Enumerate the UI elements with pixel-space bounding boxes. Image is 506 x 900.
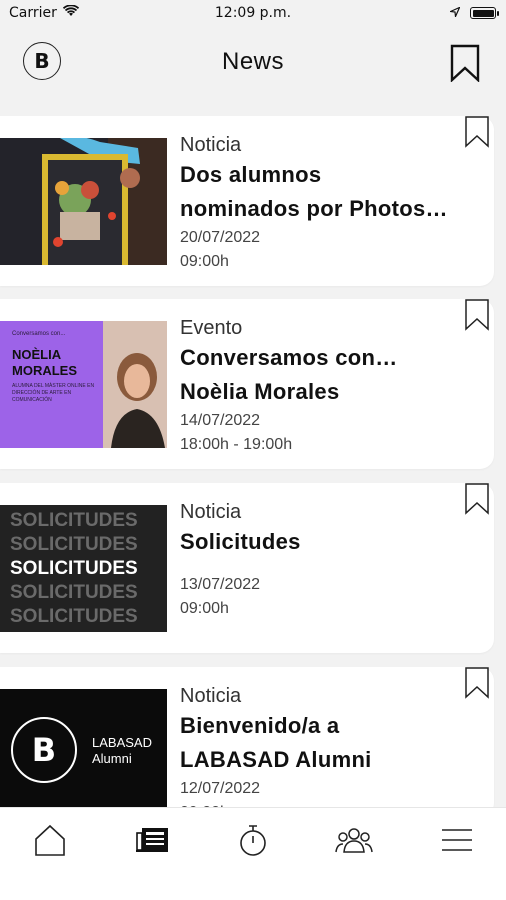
card-time: 09:00h [180, 600, 229, 617]
tab-community[interactable] [334, 822, 374, 862]
header: B News [0, 26, 506, 106]
thumb-caption: Conversamos con... [12, 331, 66, 337]
news-card[interactable]: Conversamos con... NOÈLIA MORALES ALUMNA… [0, 299, 494, 469]
card-thumbnail: SOLICITUDES SOLICITUDES SOLICITUDES SOLI… [0, 505, 167, 632]
status-right [448, 5, 499, 21]
status-bar: Carrier 12:09 p.m. [0, 0, 506, 26]
saved-bookmark-button[interactable] [450, 44, 480, 86]
card-date: 20/07/2022 [180, 229, 261, 246]
labasad-logo-icon: B [11, 717, 77, 783]
card-type: Noticia [180, 134, 242, 156]
battery-icon [470, 7, 499, 19]
card-bookmark-button[interactable] [464, 116, 490, 152]
card-content: Noticia Solicitudes 13/07/2022 09:00h [180, 499, 478, 621]
tab-timer[interactable] [233, 822, 273, 862]
card-content: Noticia Dos alumnos nominados por Photos… [180, 132, 478, 274]
timer-icon [237, 822, 269, 862]
card-type: Noticia [180, 501, 242, 523]
thumb-word: SOLICITUDES [10, 510, 138, 531]
thumb-brand-line-1: LABASAD [92, 735, 152, 750]
bookmark-icon [450, 44, 480, 86]
card-thumbnail: Conversamos con... NOÈLIA MORALES ALUMNA… [0, 321, 167, 448]
card-bookmark-button[interactable] [464, 299, 490, 335]
card-title-line-2: LABASAD Alumni [180, 747, 372, 772]
card-date: 14/07/2022 [180, 412, 261, 429]
card-thumbnail: B LABASAD Alumni [0, 689, 167, 809]
tab-home[interactable] [30, 822, 70, 862]
bookmark-icon [464, 667, 490, 703]
news-card[interactable]: SOLICITUDES SOLICITUDES SOLICITUDES SOLI… [0, 483, 494, 653]
thumb-word: SOLICITUDES [10, 534, 138, 555]
tab-menu[interactable] [437, 822, 477, 862]
card-time: 09:00h [180, 253, 229, 270]
thumb-subtitle: ALUMNA DEL MÀSTER ONLINE EN DIRECCIÓN DE… [12, 383, 95, 403]
menu-icon [441, 826, 473, 858]
thumb-word-highlight: SOLICITUDES [10, 558, 138, 579]
thumb-word: SOLICITUDES [10, 606, 138, 627]
card-title-line-1: Dos alumnos [180, 162, 322, 187]
card-title-line-1: Solicitudes [180, 529, 301, 554]
logo-letter: B [31, 731, 57, 769]
card-date: 13/07/2022 [180, 576, 261, 593]
card-title-line-2: nominados por Photos… [180, 196, 448, 221]
tab-news[interactable] [132, 822, 172, 862]
bookmark-icon [464, 299, 490, 335]
card-content: Evento Conversamos con… Noèlia Morales 1… [180, 315, 478, 457]
thumb-brand: LABASAD Alumni [92, 735, 152, 767]
card-title-line-1: Bienvenido/a a [180, 713, 340, 738]
card-bookmark-button[interactable] [464, 483, 490, 519]
card-time: 18:00h - 19:00h [180, 436, 293, 453]
thumb-word-stack: SOLICITUDES SOLICITUDES SOLICITUDES SOLI… [10, 509, 138, 629]
thumb-brand-line-2: Alumni [92, 751, 132, 766]
news-icon [134, 825, 170, 859]
location-arrow-icon [448, 5, 461, 21]
card-title-line-2: Noèlia Morales [180, 379, 340, 404]
card-thumbnail [0, 138, 167, 265]
page-title: News [221, 48, 284, 75]
card-type: Noticia [180, 685, 242, 707]
card-bookmark-button[interactable] [464, 667, 490, 703]
community-icon [334, 825, 374, 859]
card-content: Noticia Bienvenido/a a LABASAD Alumni 12… [180, 683, 478, 825]
news-card[interactable]: B LABASAD Alumni Noticia Bienvenido/a a … [0, 667, 494, 821]
bookmark-icon [464, 116, 490, 152]
news-card[interactable]: Noticia Dos alumnos nominados por Photos… [0, 116, 494, 286]
thumb-name-line-2: MORALES [12, 363, 77, 378]
bookmark-icon [464, 483, 490, 519]
card-type: Evento [180, 317, 243, 339]
card-spacer [180, 559, 478, 573]
thumb-name-block: NOÈLIA MORALES [12, 347, 77, 379]
home-icon [33, 823, 67, 861]
thumb-name-line-1: NOÈLIA [12, 347, 62, 362]
card-date: 12/07/2022 [180, 780, 261, 797]
thumb-word: SOLICITUDES [10, 582, 138, 603]
thumb-photo-area [103, 321, 167, 448]
status-time: 12:09 p.m. [214, 5, 292, 21]
card-title-line-1: Conversamos con… [180, 345, 398, 370]
tab-bar [0, 807, 506, 900]
